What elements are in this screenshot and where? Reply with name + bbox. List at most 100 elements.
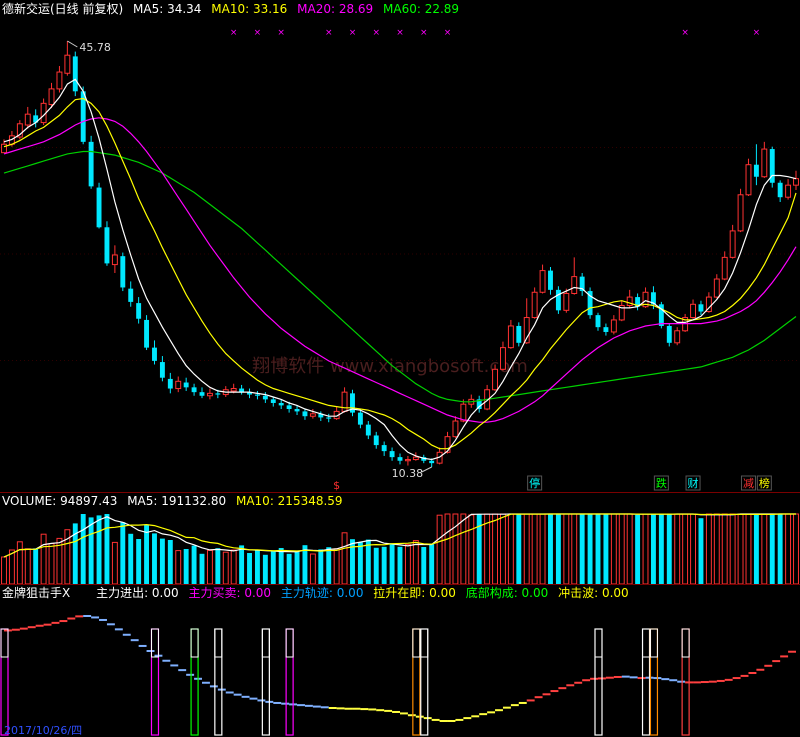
candle-body [88, 141, 94, 187]
candle-body [753, 164, 759, 177]
volume-bar [111, 541, 118, 584]
volume-bar [507, 513, 514, 584]
volume-bar [247, 553, 252, 584]
volume-bar [484, 513, 491, 584]
indicator-box [412, 628, 421, 736]
volume-bar [48, 543, 55, 584]
candle-body [737, 194, 744, 232]
candle-body [183, 382, 189, 388]
candle-body [206, 392, 213, 397]
candle-body [500, 347, 506, 370]
candle-body [294, 408, 300, 412]
candle-body [507, 325, 514, 349]
stock-title[interactable]: 德新交运(日线 前复权) [2, 2, 123, 16]
volume-bar [793, 513, 799, 584]
volume-bar [222, 551, 229, 584]
volume-bar [571, 513, 578, 584]
volume-bar [610, 513, 617, 584]
candle-body [713, 278, 720, 298]
candle-body [270, 399, 276, 403]
volume-chart[interactable] [0, 509, 800, 584]
volume-bar [468, 514, 475, 584]
volume-bar [230, 549, 237, 584]
candle-body [777, 182, 783, 198]
indicator-item-0: 主力进出: 0.00 [96, 586, 179, 600]
indicator-box [285, 628, 294, 736]
indicator-box [649, 628, 659, 736]
candle-body [698, 304, 704, 312]
indicator-box-cap [681, 628, 690, 658]
ma20-readout: MA20: 28.69 [297, 2, 374, 16]
signal-label: 榜 [759, 476, 770, 490]
vol-ma5-readout: MA5: 191132.80 [127, 494, 227, 508]
signal-label: 财 [688, 476, 699, 490]
volume-bar [96, 515, 102, 584]
candle-body [365, 424, 371, 436]
indicator-box-cap [412, 628, 421, 658]
volume-bar [705, 513, 712, 584]
candle-body [144, 319, 150, 348]
volume-bar [33, 548, 39, 584]
candle-body [159, 362, 165, 378]
volume-bar [215, 548, 221, 584]
volume-bar [682, 513, 689, 584]
candle-body [539, 270, 546, 293]
indicator-box-cap [285, 628, 294, 658]
volume-bar [548, 514, 553, 584]
volume-bar [626, 513, 633, 584]
indicator-name[interactable]: 金牌狙击手X [2, 586, 70, 600]
candle-body [460, 403, 467, 422]
signal-marker: × [681, 28, 689, 38]
candle-body [397, 457, 403, 461]
candle-body [516, 325, 522, 343]
indicator-box [214, 628, 223, 736]
candle-body [230, 388, 237, 392]
indicator-box [190, 628, 199, 736]
indicator-box [150, 628, 160, 736]
candle-body [175, 380, 182, 390]
volume-bar [603, 514, 609, 584]
volume-bar [531, 513, 538, 584]
volume-bar [436, 514, 443, 584]
indicator-chart[interactable] [0, 601, 800, 737]
volume-bar [381, 546, 387, 584]
volume-bar [698, 518, 704, 584]
volume-bar [206, 549, 213, 584]
volume-bar [618, 513, 625, 584]
candle-body [373, 435, 379, 446]
volume-bar [523, 513, 530, 584]
candle-body [254, 394, 260, 396]
indicator-box [261, 628, 270, 736]
volume-bar [753, 514, 759, 584]
candle-body [111, 254, 118, 266]
volume-bar [412, 540, 419, 584]
candle-body [389, 451, 395, 458]
candle-body [785, 184, 792, 198]
price-chart[interactable]: × × × × × × × × × × × 翔博软件 www.xiangbosoft.com 45.78… [0, 17, 800, 492]
candle-body [262, 395, 268, 400]
candle-body [278, 402, 284, 406]
candle-body [761, 148, 768, 178]
indicator-item-5: 冲击波: 0.00 [558, 586, 629, 600]
volume-bar [404, 544, 411, 584]
indicator-box-cap [150, 628, 159, 658]
volume-bar [262, 554, 268, 584]
volume-bar [80, 514, 86, 584]
indicator-box-cap [0, 628, 9, 658]
signal-marker: × [420, 28, 428, 38]
volume-bar [777, 514, 783, 584]
indicator-item-2: 主力轨迹: 0.00 [280, 586, 364, 600]
volume-bar [642, 513, 649, 584]
candle-body [48, 88, 55, 106]
volume-bar [769, 514, 775, 584]
candle-body [326, 417, 332, 419]
indicator-box-cap [642, 628, 651, 658]
volume-bar [152, 533, 157, 584]
indicator-box [641, 628, 651, 736]
volume-bar [745, 513, 752, 584]
candle-body [492, 368, 498, 391]
candle-body [595, 315, 601, 328]
candle-body [381, 445, 387, 452]
volume-bar [555, 514, 561, 584]
volume-bar [713, 513, 720, 584]
